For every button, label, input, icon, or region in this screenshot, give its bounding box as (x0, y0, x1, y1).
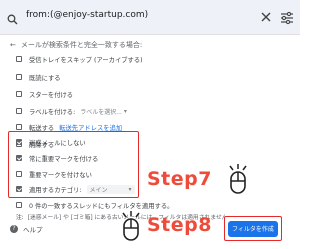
create-filter-button[interactable]: フィルタを作成 (228, 220, 278, 237)
tune-icon[interactable] (280, 10, 294, 25)
search-bar[interactable]: from:(@enjoy-startup.com) (0, 0, 300, 34)
label-select-value: ラベルを選択... (80, 108, 122, 116)
option-always-important[interactable]: 常に重要マークを付ける (16, 152, 98, 164)
checkbox-checked[interactable] (16, 186, 22, 192)
chevron-down-icon: ▾ (128, 185, 132, 193)
back-row-label: メールが検索条件と完全一致する場合: (20, 41, 143, 49)
label-select[interactable]: ラベルを選択... ▾ (80, 107, 127, 116)
help-label: ヘルプ (23, 226, 43, 234)
chevron-down-icon: ▾ (123, 107, 127, 115)
checkbox[interactable] (16, 202, 22, 208)
option-label: 重要マークを付けない (29, 171, 92, 179)
checkbox[interactable] (16, 56, 22, 62)
checkbox[interactable] (16, 74, 22, 80)
step8-label: Step8 (147, 214, 212, 236)
option-label: 既読にする (29, 74, 61, 82)
footnote-prefix: 注: (16, 215, 24, 221)
option-label: 適用するカテゴリ: (29, 186, 82, 194)
mouse-icon (120, 210, 142, 246)
back-arrow-icon[interactable]: ← (10, 41, 16, 49)
option-label: 常に重要マークを付ける (29, 155, 99, 163)
create-filter-highlight: フィルタを作成 (224, 216, 282, 241)
step7-label: Step7 (147, 168, 212, 190)
option-star[interactable]: スターを付ける (16, 88, 73, 100)
checkbox[interactable] (16, 171, 22, 177)
option-label: スターを付ける (29, 91, 74, 99)
category-select[interactable]: メイン ▾ (86, 184, 135, 194)
option-label: 迷惑メールにしない (29, 139, 86, 147)
help-link[interactable]: ? ヘルプ (10, 224, 43, 234)
mouse-icon (227, 163, 249, 199)
option-category[interactable]: 適用するカテゴリ: メイン ▾ (16, 183, 135, 195)
checkbox[interactable] (16, 91, 22, 97)
category-select-value: メイン (89, 186, 108, 194)
close-icon[interactable] (259, 9, 273, 23)
option-apply-existing[interactable]: 0 件の一致するスレッドにもフィルタを適用する。 (16, 199, 173, 211)
option-skip-inbox[interactable]: 受信トレイをスキップ (アーカイブする) (16, 53, 143, 65)
option-label: 受信トレイをスキップ (アーカイブする) (29, 56, 143, 64)
option-mark-read[interactable]: 既読にする (16, 71, 61, 83)
option-never-important[interactable]: 重要マークを付けない (16, 168, 92, 180)
option-label: 0 件の一致するスレッドにもフィルタを適用する。 (29, 202, 174, 210)
search-icon[interactable] (7, 10, 18, 29)
checkbox[interactable] (16, 108, 22, 114)
option-label: ラベルを付ける: (29, 108, 76, 116)
checkbox-checked[interactable] (16, 155, 22, 161)
option-never-spam[interactable]: 迷惑メールにしない (16, 136, 86, 148)
back-row[interactable]: ← メールが検索条件と完全一致する場合: (10, 40, 142, 50)
help-icon[interactable]: ? (10, 225, 18, 233)
checkbox-checked[interactable] (16, 139, 22, 145)
option-apply-label[interactable]: ラベルを付ける: ラベルを選択... ▾ (16, 105, 127, 117)
checkbox[interactable] (16, 124, 22, 130)
search-input[interactable]: from:(@enjoy-startup.com) (26, 10, 148, 20)
